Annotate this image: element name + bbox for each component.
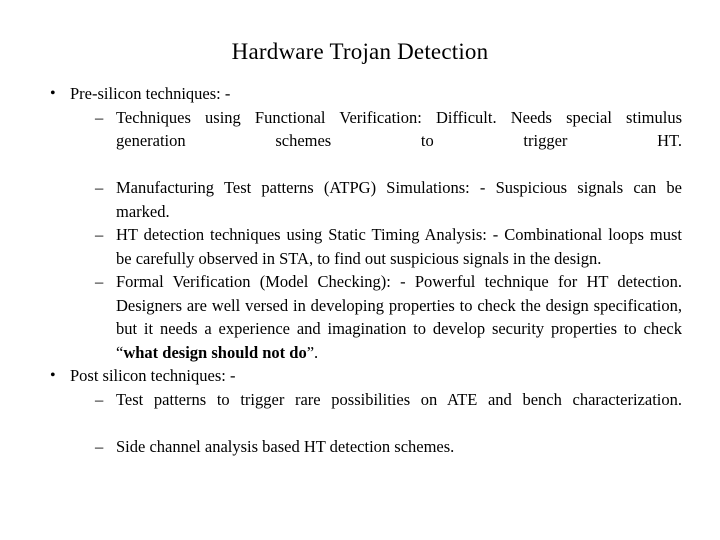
quote-close: ”. (306, 342, 319, 362)
dash-marker-icon: – (95, 178, 104, 197)
sub-bullet-formal-verification-text: Formal Verification (Model Checking): - … (116, 270, 682, 364)
slide-canvas: Hardware Trojan Detection • Pre-silicon … (0, 0, 720, 540)
sub-bullet-test-patterns-ate: – Test patterns to trigger rare possibil… (42, 388, 682, 435)
sub-bullet-formal-verification: – Formal Verification (Model Checking): … (42, 270, 682, 364)
slide-title: Hardware Trojan Detection (231, 39, 489, 64)
sub-bullet-static-timing-analysis-text: HT detection techniques using Static Tim… (116, 225, 682, 268)
quote-bold-phrase: what design should not do (123, 342, 307, 362)
dash-marker-icon: – (95, 107, 104, 127)
bullet-post-silicon: • Post silicon techniques: - (42, 364, 682, 388)
dash-marker-icon: – (95, 389, 104, 409)
bullet-post-silicon-label: Post silicon techniques: - (70, 366, 236, 385)
sub-bullet-side-channel-analysis-text: Side channel analysis based HT detection… (116, 436, 455, 456)
dash-marker-icon: – (95, 272, 104, 291)
sub-bullet-side-channel-analysis: – Side channel analysis based HT detecti… (42, 435, 682, 459)
bullet-dot-icon: • (50, 85, 56, 102)
formal-verification-body: Formal Verification (Model Checking): - … (116, 272, 682, 338)
sub-bullet-atpg-simulations-text: Manufacturing Test patterns (ATPG) Simul… (116, 178, 682, 221)
sub-bullet-functional-verification: – Techniques using Functional Verificati… (42, 106, 682, 177)
sub-bullet-functional-verification-text: Techniques using Functional Verification… (116, 107, 682, 151)
slide-body: • Pre-silicon techniques: - – Techniques… (42, 82, 682, 458)
bullet-pre-silicon-label: Pre-silicon techniques: - (70, 84, 231, 103)
bullet-dot-icon: • (50, 367, 56, 384)
sub-bullet-test-patterns-ate-text: Test patterns to trigger rare possibilit… (116, 389, 682, 409)
sub-bullet-static-timing-analysis: – HT detection techniques using Static T… (42, 223, 682, 270)
dash-marker-icon: – (95, 225, 104, 244)
sub-bullet-atpg-simulations: – Manufacturing Test patterns (ATPG) Sim… (42, 176, 682, 223)
bullet-pre-silicon: • Pre-silicon techniques: - (42, 82, 682, 106)
dash-marker-icon: – (95, 436, 104, 456)
